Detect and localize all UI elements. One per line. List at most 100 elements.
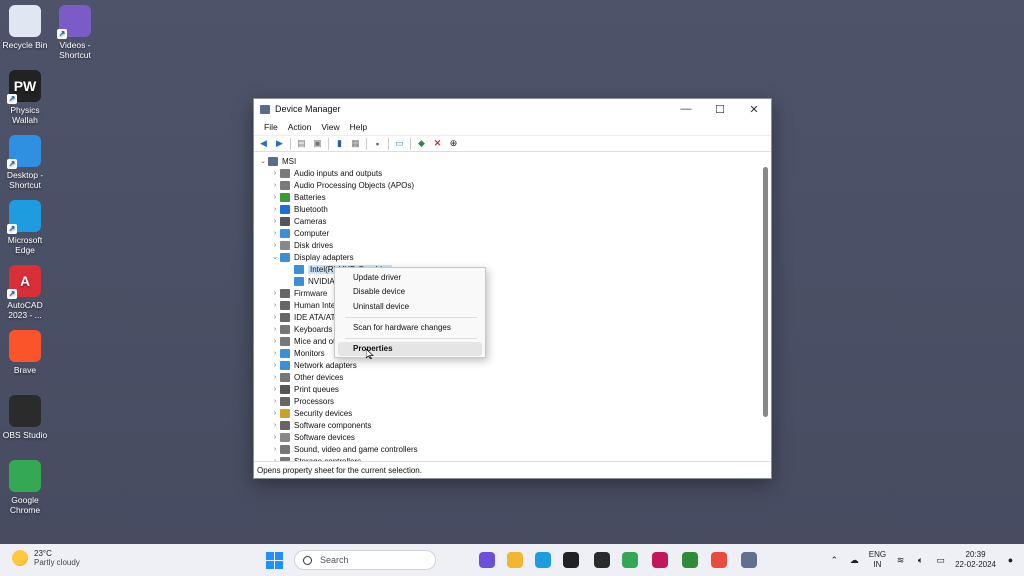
tree-category-item[interactable]: › Other devices	[270, 371, 343, 383]
edge-icon[interactable]	[535, 552, 551, 568]
tree-category-item[interactable]: › Disk drives	[270, 239, 333, 251]
pw-app-icon[interactable]	[563, 552, 579, 568]
clock[interactable]: 20:39 22-02-2024	[955, 550, 996, 570]
title-bar[interactable]: Device Manager — ☐ ✕	[254, 99, 771, 119]
chrome-profile-icon[interactable]	[711, 552, 727, 568]
tree-root[interactable]: ⌄ MSI	[258, 155, 296, 167]
desktop-icon[interactable]: OBS Studio	[0, 395, 50, 440]
tree-category-item[interactable]: › Software devices	[270, 431, 355, 443]
chevron-right-icon[interactable]: ›	[270, 362, 280, 369]
add-driver-icon[interactable]: ◆	[416, 138, 427, 149]
tree-category-item[interactable]: › Monitors	[270, 347, 325, 359]
back-arrow-icon[interactable]: ◀	[258, 138, 269, 149]
tree-category-item[interactable]: › Audio Processing Objects (APOs)	[270, 179, 414, 191]
maximize-button[interactable]: ☐	[703, 103, 737, 116]
forward-arrow-icon[interactable]: ▶	[274, 138, 285, 149]
chrome-icon[interactable]	[622, 552, 638, 568]
tree-category-item[interactable]: › Batteries	[270, 191, 326, 203]
chevron-right-icon[interactable]: ›	[270, 170, 280, 177]
chevron-up-icon[interactable]: ⌃	[829, 555, 840, 566]
obs-icon[interactable]	[594, 552, 610, 568]
tree-category-item[interactable]: › Print queues	[270, 383, 339, 395]
chevron-right-icon[interactable]: ›	[270, 194, 280, 201]
chevron-right-icon[interactable]: ›	[270, 326, 280, 333]
menu-file[interactable]: File	[259, 122, 283, 132]
menu-help[interactable]: Help	[345, 122, 372, 132]
chevron-right-icon[interactable]: ›	[270, 374, 280, 381]
chevron-down-icon[interactable]: ⌄	[270, 253, 280, 261]
chevron-right-icon[interactable]: ›	[270, 422, 280, 429]
scan-hardware-icon[interactable]: ▭	[394, 138, 405, 149]
chevron-right-icon[interactable]: ›	[270, 434, 280, 441]
chevron-down-icon[interactable]: ⌄	[258, 157, 268, 165]
menu-update-driver[interactable]: Update driver	[335, 271, 485, 285]
desktop-icon[interactable]: ↗ Microsoft Edge	[0, 200, 50, 255]
chevron-right-icon[interactable]: ›	[270, 350, 280, 357]
menu-action[interactable]: Action	[283, 122, 317, 132]
download-icon[interactable]: ⊕	[448, 138, 459, 149]
chevron-right-icon[interactable]: ›	[270, 182, 280, 189]
notification-icon[interactable]: ●	[1005, 555, 1016, 566]
app-icon[interactable]	[652, 552, 668, 568]
desktop-icon[interactable]: PW ↗ Physics Wallah	[0, 70, 50, 125]
close-button[interactable]: ✕	[737, 103, 771, 116]
xbox-icon[interactable]	[682, 552, 698, 568]
chevron-right-icon[interactable]: ›	[270, 410, 280, 417]
tree-category-item[interactable]: › Audio inputs and outputs	[270, 167, 382, 179]
chevron-right-icon[interactable]: ›	[270, 302, 280, 309]
properties-sheet-icon[interactable]: ▣	[312, 138, 323, 149]
chevron-right-icon[interactable]: ›	[270, 218, 280, 225]
tree-category-item[interactable]: › Security devices	[270, 407, 352, 419]
tree-category-item[interactable]: › Sound, video and game controllers	[270, 443, 418, 455]
device-tree: ⌄ MSI › Audio inputs and outputs › Audio Pr…	[254, 154, 761, 462]
device-manager-icon[interactable]	[741, 552, 757, 568]
battery-icon[interactable]: ▭	[935, 555, 946, 566]
tree-category-item[interactable]: › Software components	[270, 419, 371, 431]
weather-widget[interactable]: 23°C Partly cloudy	[12, 549, 80, 567]
volume-icon[interactable]: 🔈︎	[915, 555, 926, 566]
chevron-right-icon[interactable]: ›	[270, 314, 280, 321]
vertical-scrollbar[interactable]	[762, 157, 769, 458]
minimize-button[interactable]: —	[669, 103, 703, 115]
desktop-icon[interactable]: Google Chrome	[0, 460, 50, 515]
menu-scan-hardware[interactable]: Scan for hardware changes	[335, 321, 485, 335]
file-explorer-icon[interactable]	[507, 552, 523, 568]
update-driver-icon[interactable]: ▪	[372, 138, 383, 149]
taskbar-search[interactable]: Search	[294, 550, 436, 570]
show-hide-tree-icon[interactable]: ▤	[296, 138, 307, 149]
uninstall-icon[interactable]: ✕	[432, 138, 443, 149]
desktop-icon[interactable]: Recycle Bin	[0, 5, 50, 50]
desktop-icon[interactable]: Brave	[0, 330, 50, 375]
cloud-icon[interactable]: ☁	[849, 555, 860, 566]
chevron-right-icon[interactable]: ›	[270, 206, 280, 213]
desktop-icon[interactable]: ↗ Videos - Shortcut	[50, 5, 100, 60]
menu-properties[interactable]: Properties	[338, 342, 482, 356]
chevron-right-icon[interactable]: ›	[270, 290, 280, 297]
tree-category-item[interactable]: › Bluetooth	[270, 203, 328, 215]
copilot-icon[interactable]	[479, 552, 495, 568]
desktop-icon[interactable]: A ↗ AutoCAD 2023 - ...	[0, 265, 50, 320]
help-icon[interactable]: ▮	[334, 138, 345, 149]
chevron-right-icon[interactable]: ›	[270, 398, 280, 405]
menu-disable-device[interactable]: Disable device	[335, 285, 485, 299]
start-button[interactable]	[266, 552, 283, 569]
scrollbar-thumb[interactable]	[763, 167, 768, 417]
tree-category-item[interactable]: › Network adapters	[270, 359, 357, 371]
tree-category-item[interactable]: ⌄ Display adapters	[270, 251, 354, 263]
wifi-icon[interactable]: ≋	[895, 555, 906, 566]
tree-category-item[interactable]: › Cameras	[270, 215, 326, 227]
tree-category-item[interactable]: › Keyboards	[270, 323, 332, 335]
desktop-icon[interactable]: ↗ Desktop - Shortcut	[0, 135, 50, 190]
chevron-right-icon[interactable]: ›	[270, 242, 280, 249]
tree-category-item[interactable]: › Computer	[270, 227, 329, 239]
language-indicator[interactable]: ENG IN	[869, 550, 886, 570]
menu-uninstall-device[interactable]: Uninstall device	[335, 300, 485, 314]
chevron-right-icon[interactable]: ›	[270, 446, 280, 453]
tree-category-item[interactable]: › Firmware	[270, 287, 327, 299]
chevron-right-icon[interactable]: ›	[270, 386, 280, 393]
tree-category-item[interactable]: › Processors	[270, 395, 334, 407]
chevron-right-icon[interactable]: ›	[270, 338, 280, 345]
chevron-right-icon[interactable]: ›	[270, 230, 280, 237]
view-icon[interactable]: ▦	[350, 138, 361, 149]
menu-view[interactable]: View	[316, 122, 344, 132]
